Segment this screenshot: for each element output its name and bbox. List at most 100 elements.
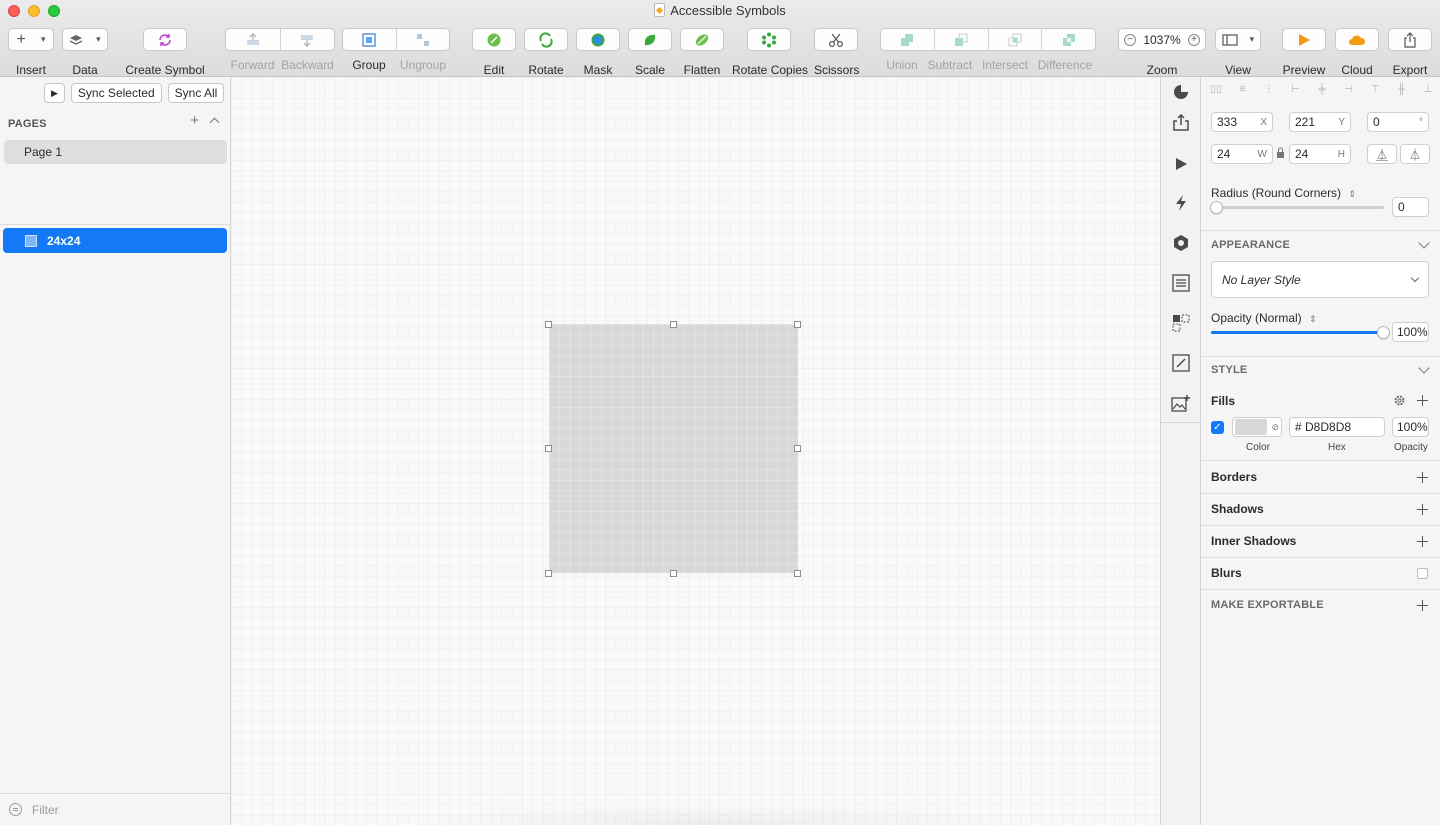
cloud-tool[interactable]: Cloud <box>1335 28 1379 77</box>
subtract-button[interactable] <box>935 29 989 50</box>
distribute-horizontal-icon[interactable]: ▯▯ <box>1209 82 1223 96</box>
mask-tool[interactable]: Mask <box>576 28 620 77</box>
more-icon[interactable]: ⋮ <box>1262 82 1276 96</box>
scale-button[interactable] <box>628 28 672 51</box>
forward-button[interactable] <box>226 29 281 50</box>
stepper-icon[interactable]: ⇕ <box>1348 189 1356 199</box>
export-tab[interactable] <box>1169 111 1193 135</box>
fill-color-well[interactable]: ⊘ <box>1232 417 1282 437</box>
align-left-icon[interactable]: ⊢ <box>1289 82 1303 96</box>
style-tab[interactable] <box>1169 80 1193 104</box>
data-button[interactable]: ▾ <box>62 28 108 51</box>
resize-handle-w[interactable] <box>545 445 552 452</box>
backward-button[interactable] <box>281 29 335 50</box>
align-right-icon[interactable]: ⊣ <box>1342 82 1356 96</box>
flip-horizontal-button[interactable]: ⏅ <box>1367 144 1397 164</box>
chevron-down-icon[interactable] <box>1418 362 1430 374</box>
view-button[interactable]: ▾ <box>1215 28 1261 51</box>
export-button[interactable] <box>1388 28 1432 51</box>
width-field[interactable]: 24 W <box>1211 144 1273 164</box>
ungroup-button[interactable] <box>397 29 450 50</box>
align-bottom-icon[interactable]: ⊥ <box>1421 82 1435 96</box>
rotate-button[interactable] <box>524 28 568 51</box>
data-tool[interactable]: ▾ Data <box>62 28 108 77</box>
sync-all-button[interactable]: Sync All <box>167 83 225 103</box>
flip-vertical-button[interactable]: ⏃ <box>1400 144 1430 164</box>
scale-tool[interactable]: Scale <box>628 28 672 77</box>
export-tool[interactable]: Export <box>1388 28 1432 77</box>
play-button[interactable]: ▶ <box>44 83 65 103</box>
mask-button[interactable] <box>576 28 620 51</box>
add-border-icon[interactable] <box>1417 472 1428 483</box>
flatten-button[interactable] <box>680 28 724 51</box>
create-symbol-button[interactable] <box>143 28 187 51</box>
difference-button[interactable] <box>1042 29 1095 50</box>
canvas[interactable] <box>231 77 1160 825</box>
image-tab[interactable] <box>1169 391 1193 415</box>
blur-checkbox[interactable] <box>1417 568 1428 579</box>
distribute-vertical-icon[interactable]: ≡ <box>1236 82 1250 96</box>
lock-icon[interactable] <box>1276 147 1285 159</box>
fill-hex-field[interactable]: # D8D8D8 <box>1289 417 1385 437</box>
resize-handle-n[interactable] <box>670 321 677 328</box>
create-symbol-tool[interactable]: Create Symbol <box>124 28 206 77</box>
chevron-down-icon[interactable] <box>1418 237 1430 249</box>
gear-icon[interactable] <box>1393 394 1406 407</box>
align-top-icon[interactable]: ⊤ <box>1368 82 1382 96</box>
text-styles-tab[interactable] <box>1169 271 1193 295</box>
filter-bar[interactable]: Filter <box>0 793 230 825</box>
intersect-button[interactable] <box>989 29 1043 50</box>
radius-field[interactable]: 0 <box>1392 197 1429 217</box>
add-export-icon[interactable] <box>1417 600 1428 611</box>
resize-handle-nw[interactable] <box>545 321 552 328</box>
opacity-field[interactable]: 100% <box>1392 322 1429 342</box>
zoom-value[interactable]: 1037% <box>1143 33 1180 47</box>
symbols-tab[interactable] <box>1169 231 1193 255</box>
layout-tab[interactable] <box>1169 311 1193 335</box>
add-inner-shadow-icon[interactable] <box>1417 536 1428 547</box>
preview-button[interactable] <box>1282 28 1326 51</box>
resize-handle-s[interactable] <box>670 570 677 577</box>
rotate-copies-tool[interactable]: Rotate Copies <box>732 28 808 77</box>
fill-opacity-field[interactable]: 100% <box>1392 417 1429 437</box>
flatten-tool[interactable]: Flatten <box>680 28 724 77</box>
opacity-slider-knob[interactable] <box>1377 326 1390 339</box>
scissors-button[interactable] <box>814 28 858 51</box>
collapse-pages-icon[interactable] <box>209 117 220 128</box>
page-item[interactable]: Page 1 <box>4 140 227 164</box>
insert-tool[interactable]: + ▾ Insert <box>8 28 54 77</box>
add-shadow-icon[interactable] <box>1417 504 1428 515</box>
y-field[interactable]: 221 Y <box>1289 112 1351 132</box>
rotate-copies-button[interactable] <box>747 28 791 51</box>
plugins-tab[interactable] <box>1169 191 1193 215</box>
resize-handle-sw[interactable] <box>545 570 552 577</box>
opacity-slider[interactable] <box>1211 331 1384 334</box>
vector-tab[interactable] <box>1169 351 1193 375</box>
layer-item[interactable]: 24x24 <box>3 228 227 253</box>
rotate-tool[interactable]: Rotate <box>524 28 568 77</box>
edit-tool[interactable]: Edit <box>472 28 516 77</box>
resize-handle-ne[interactable] <box>794 321 801 328</box>
sync-selected-button[interactable]: Sync Selected <box>70 83 162 103</box>
fill-enabled-checkbox[interactable]: ✓ <box>1211 421 1224 434</box>
scissors-tool[interactable]: Scissors <box>814 28 859 77</box>
layer-style-dropdown[interactable]: No Layer Style <box>1211 261 1429 298</box>
filter-input[interactable]: Filter <box>32 803 59 817</box>
edit-button[interactable] <box>472 28 516 51</box>
resize-handle-e[interactable] <box>794 445 801 452</box>
rotation-field[interactable]: 0 ° <box>1367 112 1429 132</box>
x-field[interactable]: 333 X <box>1211 112 1273 132</box>
radius-slider[interactable] <box>1216 206 1384 209</box>
artboard-24x24[interactable] <box>549 324 798 573</box>
group-button[interactable] <box>343 29 397 50</box>
stepper-icon[interactable]: ⇕ <box>1309 314 1317 324</box>
add-page-icon[interactable]: + <box>190 113 199 128</box>
resize-handle-se[interactable] <box>794 570 801 577</box>
prototype-tab[interactable] <box>1169 152 1193 176</box>
align-center-icon[interactable]: ╪ <box>1315 82 1329 96</box>
align-middle-icon[interactable]: ╫ <box>1395 82 1409 96</box>
height-field[interactable]: 24 H <box>1289 144 1351 164</box>
preview-tool[interactable]: Preview <box>1282 28 1326 77</box>
union-button[interactable] <box>881 29 935 50</box>
view-tool[interactable]: ▾ View <box>1215 28 1261 77</box>
